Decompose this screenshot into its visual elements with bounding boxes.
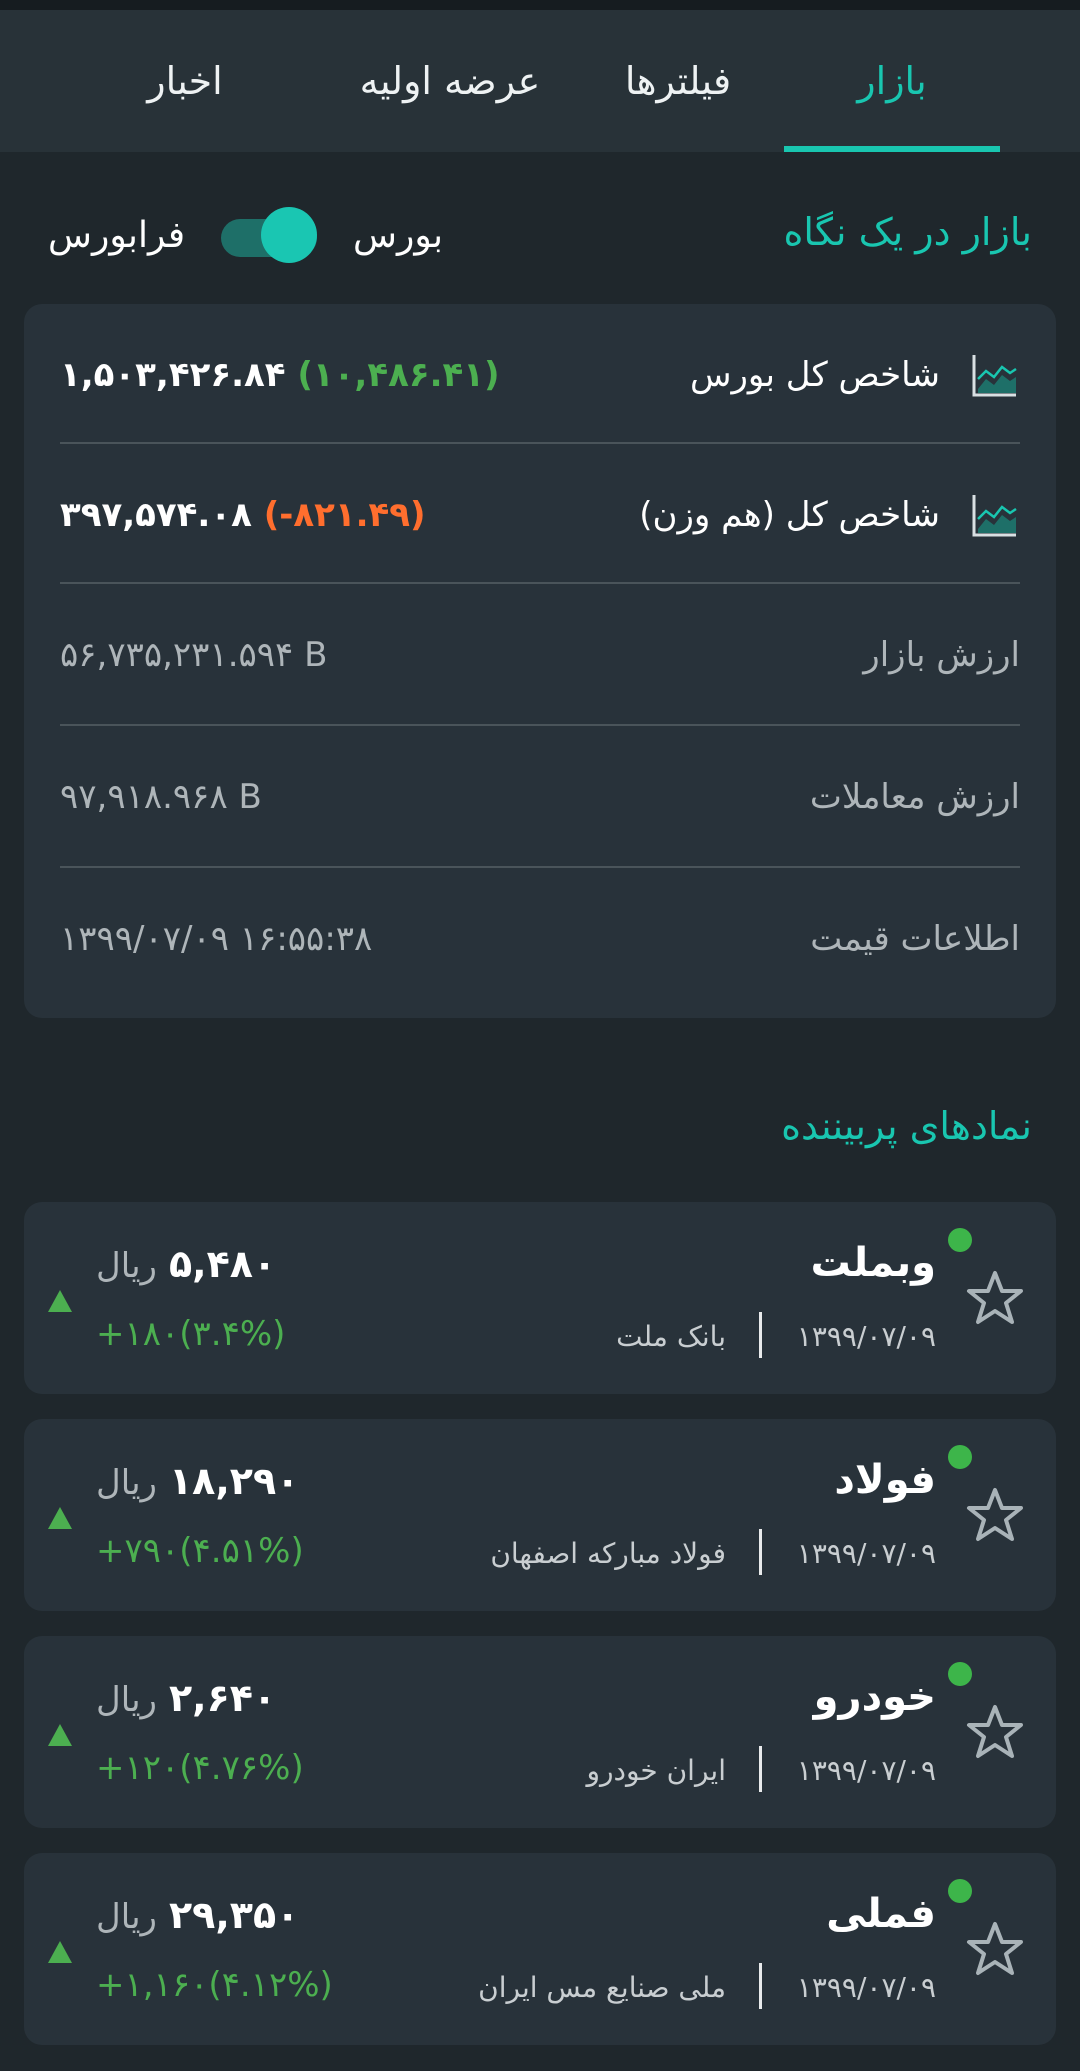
up-arrow-icon bbox=[48, 1941, 72, 1963]
overview-title: بازار در یک نگاه bbox=[783, 210, 1032, 254]
star-icon[interactable] bbox=[964, 1702, 1026, 1764]
exchange-switch[interactable] bbox=[221, 207, 318, 263]
stat-value: ۵۶,۷۳۵,۲۳۱.۵۹۴ B bbox=[60, 635, 328, 675]
tab-filters[interactable]: فیلترها bbox=[600, 10, 756, 152]
company-name: ملی صنایع مس ایران bbox=[478, 1971, 726, 2004]
stock-card[interactable]: خودرو ۱۳۹۹/۰۷/۰۹ ایران خودرو ۲,۶۴۰ ریال … bbox=[24, 1636, 1056, 1828]
price-value: ۲,۶۴۰ bbox=[168, 1676, 277, 1720]
stock-price: ۲۹,۳۵۰ ریال bbox=[96, 1893, 299, 1937]
star-icon[interactable] bbox=[964, 1919, 1026, 1981]
price-change: +۷۹۰(۴.۵۱%) bbox=[96, 1531, 304, 1571]
stock-date: ۱۳۹۹/۰۷/۰۹ bbox=[796, 1537, 936, 1570]
stat-value: ۹۷,۹۱۸.۹۶۸ B bbox=[60, 777, 262, 817]
stat-row-price-info: اطلاعات قیمت ۱۳۹۹/۰۷/۰۹ ۱۶:۵۵:۳۸ bbox=[60, 868, 1020, 1010]
stock-date: ۱۳۹۹/۰۷/۰۹ bbox=[796, 1754, 936, 1787]
stat-label-text: شاخص کل بورس bbox=[689, 355, 940, 395]
price-unit: ریال bbox=[96, 1680, 157, 1720]
tab-filters-label: فیلترها bbox=[624, 59, 732, 103]
stat-value: ۱,۵۰۳,۴۲۶.۸۴ (۱۰,۴۸۶.۴۱) bbox=[60, 355, 500, 395]
stock-card[interactable]: وبملت ۱۳۹۹/۰۷/۰۹ بانک ملت ۵,۴۸۰ ریال +۱۸… bbox=[24, 1202, 1056, 1394]
stock-symbol: خودرو bbox=[813, 1674, 936, 1720]
price-unit: ریال bbox=[96, 1463, 157, 1503]
stat-number: ۱,۵۰۳,۴۲۶.۸۴ bbox=[60, 355, 286, 395]
stock-card[interactable]: فملی ۱۳۹۹/۰۷/۰۹ ملی صنایع مس ایران ۲۹,۳۵… bbox=[24, 1853, 1056, 2045]
stock-symbol: فولاد bbox=[834, 1457, 936, 1503]
up-arrow-icon bbox=[48, 1507, 72, 1529]
stock-price: ۱۸,۲۹۰ ریال bbox=[96, 1459, 299, 1503]
active-tab-indicator bbox=[784, 146, 1000, 152]
stat-label: ارزش بازار bbox=[863, 635, 1020, 675]
exchange-toggle-row: فرابورس بورس bbox=[48, 200, 443, 270]
separator bbox=[759, 1746, 762, 1792]
company-name: ایران خودرو bbox=[586, 1754, 726, 1787]
price-unit: ریال bbox=[96, 1897, 157, 1937]
stat-label: ارزش معاملات bbox=[809, 777, 1020, 817]
stat-row-market-value: ارزش بازار ۵۶,۷۳۵,۲۳۱.۵۹۴ B bbox=[60, 584, 1020, 726]
stat-value: ۳۹۷,۵۷۴.۰۸ (-۸۲۱.۴۹) bbox=[60, 495, 426, 535]
status-dot bbox=[948, 1662, 972, 1686]
top-tab-bar: بازار فیلترها عرضه اولیه اخبار bbox=[0, 10, 1080, 152]
chart-icon bbox=[972, 495, 1017, 537]
stock-symbol: وبملت bbox=[810, 1240, 936, 1286]
stock-date: ۱۳۹۹/۰۷/۰۹ bbox=[796, 1971, 936, 2004]
tab-ipo[interactable]: عرضه اولیه bbox=[320, 10, 580, 152]
stat-value: ۱۳۹۹/۰۷/۰۹ ۱۶:۵۵:۳۸ bbox=[60, 919, 373, 959]
stat-label: شاخص کل بورس bbox=[690, 349, 1020, 401]
stat-number: ۳۹۷,۵۷۴.۰۸ bbox=[60, 495, 252, 535]
tab-news-label: اخبار bbox=[147, 59, 223, 103]
stat-row-trade-value: ارزش معاملات ۹۷,۹۱۸.۹۶۸ B bbox=[60, 726, 1020, 868]
up-arrow-icon bbox=[48, 1724, 72, 1746]
status-dot bbox=[948, 1228, 972, 1252]
price-change: +۱۲۰(۴.۷۶%) bbox=[96, 1748, 304, 1788]
switch-thumb bbox=[261, 207, 318, 263]
price-value: ۲۹,۳۵۰ bbox=[168, 1893, 300, 1937]
separator bbox=[759, 1529, 762, 1575]
price-unit: ریال bbox=[96, 1246, 157, 1286]
price-change: +۱,۱۶۰(۴.۱۲%) bbox=[96, 1965, 333, 2005]
stock-symbol: فملی bbox=[826, 1891, 936, 1937]
chart-icon bbox=[972, 355, 1017, 397]
stock-price: ۲,۶۴۰ ریال bbox=[96, 1676, 276, 1720]
stat-label: اطلاعات قیمت bbox=[810, 919, 1020, 959]
stat-row-equal-weight-index[interactable]: شاخص کل (هم وزن) ۳۹۷,۵۷۴.۰۸ (-۸۲۱.۴۹) bbox=[60, 444, 1020, 586]
status-dot bbox=[948, 1879, 972, 1903]
stock-card[interactable]: فولاد ۱۳۹۹/۰۷/۰۹ فولاد مبارکه اصفهان ۱۸,… bbox=[24, 1419, 1056, 1611]
price-value: ۵,۴۸۰ bbox=[168, 1242, 277, 1286]
star-icon[interactable] bbox=[964, 1485, 1026, 1547]
tab-news[interactable]: اخبار bbox=[120, 10, 250, 152]
stat-change: (-۸۲۱.۴۹) bbox=[263, 495, 426, 535]
company-name: بانک ملت bbox=[616, 1320, 726, 1353]
tab-market[interactable]: بازار bbox=[784, 10, 1000, 152]
stock-price: ۵,۴۸۰ ریال bbox=[96, 1242, 276, 1286]
stat-row-total-index[interactable]: شاخص کل بورس ۱,۵۰۳,۴۲۶.۸۴ (۱۰,۴۸۶.۴۱) bbox=[60, 304, 1020, 446]
star-icon[interactable] bbox=[964, 1268, 1026, 1330]
company-name: فولاد مبارکه اصفهان bbox=[490, 1537, 726, 1570]
tab-market-label: بازار bbox=[857, 59, 927, 103]
price-value: ۱۸,۲۹۰ bbox=[168, 1459, 300, 1503]
price-change: +۱۸۰(۳.۴%) bbox=[96, 1314, 286, 1354]
separator bbox=[759, 1963, 762, 2009]
popular-symbols-title: نمادهای پربیننده bbox=[781, 1104, 1032, 1148]
separator bbox=[759, 1312, 762, 1358]
tab-ipo-label: عرضه اولیه bbox=[359, 59, 541, 103]
up-arrow-icon bbox=[48, 1290, 72, 1312]
stat-label-text: شاخص کل (هم وزن) bbox=[639, 495, 940, 535]
bourse-label[interactable]: بورس bbox=[353, 215, 443, 256]
stock-date: ۱۳۹۹/۰۷/۰۹ bbox=[796, 1320, 936, 1353]
stat-label: شاخص کل (هم وزن) bbox=[639, 489, 1020, 541]
market-overview-card: شاخص کل بورس ۱,۵۰۳,۴۲۶.۸۴ (۱۰,۴۸۶.۴۱) شا… bbox=[24, 304, 1056, 1018]
status-dot bbox=[948, 1445, 972, 1469]
status-bar bbox=[0, 0, 1080, 10]
farabourse-label[interactable]: فرابورس bbox=[48, 215, 185, 256]
stat-change: (۱۰,۴۸۶.۴۱) bbox=[297, 355, 500, 395]
